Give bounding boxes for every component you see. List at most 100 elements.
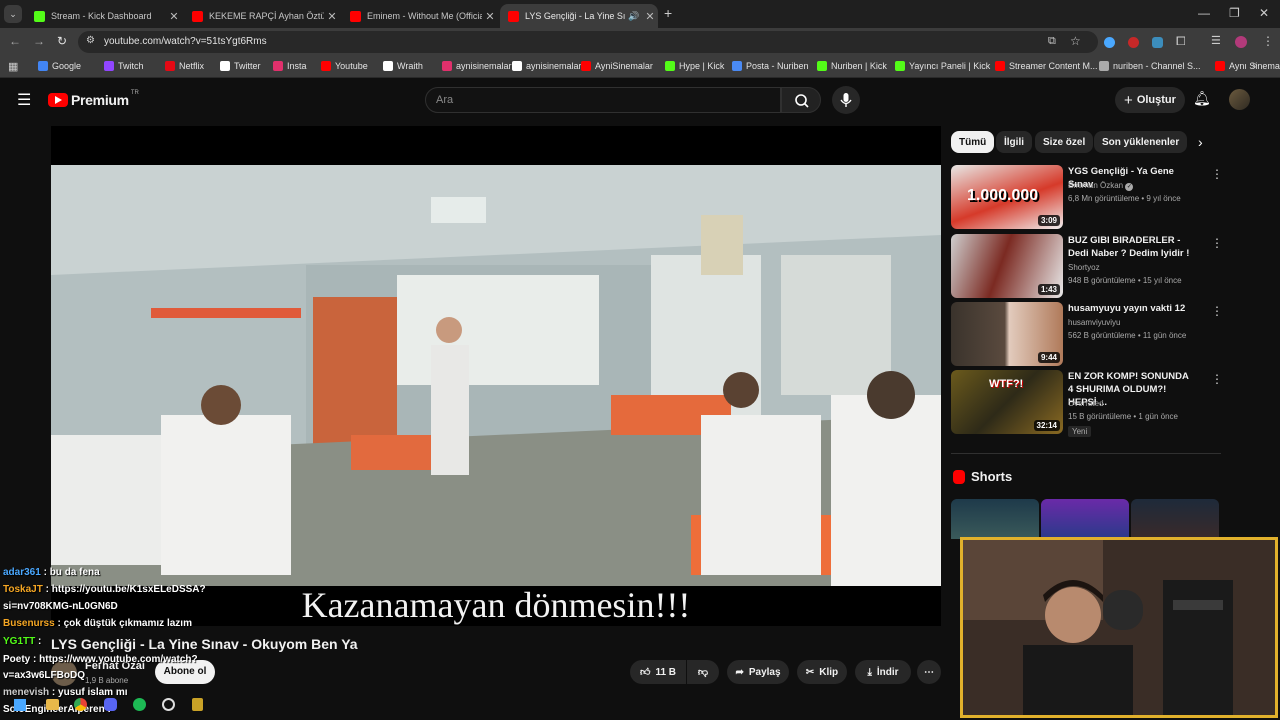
related-video[interactable]: WTF?! 32:14 EN ZOR KOMP! SONUNDA 4 SHURI…	[951, 370, 1223, 437]
bookmark-favicon-icon	[1099, 61, 1109, 71]
close-icon[interactable]: ✕	[166, 10, 182, 23]
bookmark-item[interactable]: aynisinemalar	[512, 61, 582, 71]
search-button[interactable]	[781, 87, 821, 113]
more-vert-icon[interactable]: ⋮	[1211, 167, 1223, 181]
reload-icon[interactable]: ↻	[57, 34, 67, 48]
bookmark-item[interactable]: Posta - Nuriben	[732, 61, 809, 71]
browser-toolbar: ← → ↻ ⚙ youtube.com/watch?v=51tsYgt6Rms …	[0, 28, 1280, 56]
related-video[interactable]: 1.000.000 3:09 YGS Gençliği - Ya Gene Sı…	[951, 165, 1223, 229]
hamburger-menu-icon[interactable]: ☰	[17, 90, 31, 110]
app-icon[interactable]	[192, 698, 203, 711]
close-icon[interactable]: ✕	[482, 10, 498, 23]
new-tab-button[interactable]: +	[664, 5, 672, 21]
close-window-icon[interactable]: ✕	[1259, 6, 1269, 20]
bookmark-star-icon[interactable]: ☆	[1070, 34, 1081, 48]
like-button[interactable]: 👍︎ 11 B	[630, 660, 686, 684]
extension-icon[interactable]	[1104, 37, 1115, 48]
chevron-right-icon[interactable]: ›	[1198, 134, 1203, 150]
related-video[interactable]: 9:44 husamyuyu yayın vakti 12 husamviyuv…	[951, 302, 1223, 366]
chrome-icon[interactable]	[74, 698, 87, 711]
extension-icon[interactable]	[1152, 37, 1163, 48]
related-video[interactable]: 1:43 BUZ GIBI BIRADERLER - Dedi Naber ? …	[951, 234, 1223, 298]
bookmark-item[interactable]: Aynı Sinemalar - Ça...	[1215, 61, 1280, 71]
media-icon[interactable]: ☰	[1211, 34, 1221, 47]
avatar[interactable]	[1229, 89, 1250, 110]
install-icon[interactable]: ⧉	[1048, 35, 1056, 48]
notifications-bell-icon[interactable]: 🔔︎	[1193, 90, 1211, 107]
voice-search-button[interactable]	[832, 86, 860, 114]
video-player[interactable]: Kazanamayan dönmesin!!!	[51, 126, 941, 626]
tab-eminem[interactable]: Eminem - Without Me (Official ✕	[342, 4, 498, 28]
related-meta: 15 B görüntüleme • 1 gün önce	[1068, 412, 1178, 421]
tab-search-button[interactable]: ⌄	[4, 5, 22, 23]
address-bar[interactable]: ⚙ youtube.com/watch?v=51tsYgt6Rms ⧉ ☆	[78, 31, 1098, 53]
bookmark-item[interactable]: Twitter	[220, 61, 261, 71]
forward-icon[interactable]: →	[33, 34, 45, 48]
spotify-icon[interactable]	[133, 698, 146, 711]
maximize-icon[interactable]: ❐	[1229, 6, 1240, 20]
bookmark-item[interactable]: Netflix	[165, 61, 204, 71]
download-button[interactable]: ⤓ İndir	[855, 660, 911, 684]
chip-for-you[interactable]: Size özel	[1035, 131, 1094, 153]
extension-icon[interactable]	[1128, 37, 1139, 48]
youtube-icon	[192, 10, 203, 22]
bookmark-item[interactable]: Hype | Kick	[665, 61, 724, 71]
bookmark-item[interactable]: Nuriben | Kick	[817, 61, 887, 71]
bookmark-label: Posta - Nuriben	[746, 61, 809, 71]
bookmark-favicon-icon	[165, 61, 175, 71]
like-count: 11 B	[655, 666, 677, 678]
close-icon[interactable]: ✕	[324, 10, 340, 23]
bookmark-item[interactable]: AyniSinemalar	[581, 61, 653, 71]
bookmark-favicon-icon	[38, 61, 48, 71]
close-icon[interactable]: ✕	[642, 10, 658, 23]
bookmark-item[interactable]: aynisinemalar	[442, 61, 512, 71]
search-input[interactable]: Ara	[425, 87, 781, 113]
chat-text: : çok düştük çıkmamız lazım	[57, 618, 192, 629]
more-actions-button[interactable]: ⋯	[917, 660, 941, 684]
duration-badge: 1:43	[1037, 284, 1060, 295]
tab-label: Eminem - Without Me (Official	[367, 11, 482, 21]
bookmark-item[interactable]: Streamer Content M...	[995, 61, 1098, 71]
chip-recent[interactable]: Son yüklenenler	[1094, 131, 1188, 153]
clip-button[interactable]: ✂ Klip	[797, 660, 847, 684]
tab-kick-dashboard[interactable]: Stream - Kick Dashboard ✕	[26, 4, 182, 28]
puzzle-icon[interactable]: ⧠	[1176, 34, 1186, 49]
short-thumbnail[interactable]	[1041, 499, 1129, 539]
bookmark-item[interactable]: Wraith	[383, 61, 423, 71]
apps-icon[interactable]: ▦	[8, 60, 18, 73]
minimize-icon[interactable]: —	[1198, 6, 1210, 20]
windows-start-icon[interactable]	[14, 699, 26, 711]
short-thumbnail[interactable]	[1131, 499, 1219, 539]
create-button[interactable]: + Oluştur	[1115, 87, 1185, 113]
more-vert-icon[interactable]: ⋮	[1211, 236, 1223, 250]
obs-icon[interactable]	[162, 698, 175, 711]
tab-lys-gencligi[interactable]: LYS Gençliği - La Yine Sınav 🔊 ✕	[500, 4, 658, 28]
bookmark-item[interactable]: Twitch	[104, 61, 144, 71]
tab-kekeme-rapci[interactable]: KEKEME RAPÇİ Ayhan Öztürk Yo ✕	[184, 4, 340, 28]
bookmark-item[interactable]: Youtube	[321, 61, 368, 71]
dislike-button[interactable]: 👎︎	[687, 660, 719, 684]
clip-label: Klip	[819, 666, 839, 678]
speaker-icon[interactable]: 🔊	[626, 11, 642, 22]
back-icon[interactable]: ←	[9, 34, 21, 48]
browser-tab-strip: ⌄ Stream - Kick Dashboard ✕ KEKEME RAPÇİ…	[0, 0, 1280, 28]
more-bookmarks-icon[interactable]: »	[1252, 60, 1258, 71]
chip-related[interactable]: İlgili	[996, 131, 1032, 153]
create-label: Oluştur	[1136, 94, 1176, 106]
bookmark-item[interactable]: Insta	[273, 61, 307, 71]
bookmark-item[interactable]: nuriben - Channel S...	[1099, 61, 1201, 71]
file-explorer-icon[interactable]	[46, 699, 59, 710]
short-thumbnail[interactable]	[951, 499, 1039, 539]
url-text: youtube.com/watch?v=51tsYgt6Rms	[104, 36, 267, 47]
more-vert-icon[interactable]: ⋮	[1211, 304, 1223, 318]
site-info-icon[interactable]: ⚙	[86, 35, 95, 46]
discord-icon[interactable]	[104, 698, 117, 711]
extension-icon[interactable]	[1235, 36, 1247, 48]
menu-icon[interactable]: ⋮	[1262, 34, 1274, 48]
more-vert-icon[interactable]: ⋮	[1211, 372, 1223, 386]
chip-all[interactable]: Tümü	[951, 131, 995, 153]
bookmark-item[interactable]: Google	[38, 61, 81, 71]
bookmark-item[interactable]: Yayıncı Paneli | Kick	[895, 61, 990, 71]
youtube-logo[interactable]: Premium TR	[48, 90, 139, 108]
share-button[interactable]: ➦ Paylaş	[727, 660, 789, 684]
